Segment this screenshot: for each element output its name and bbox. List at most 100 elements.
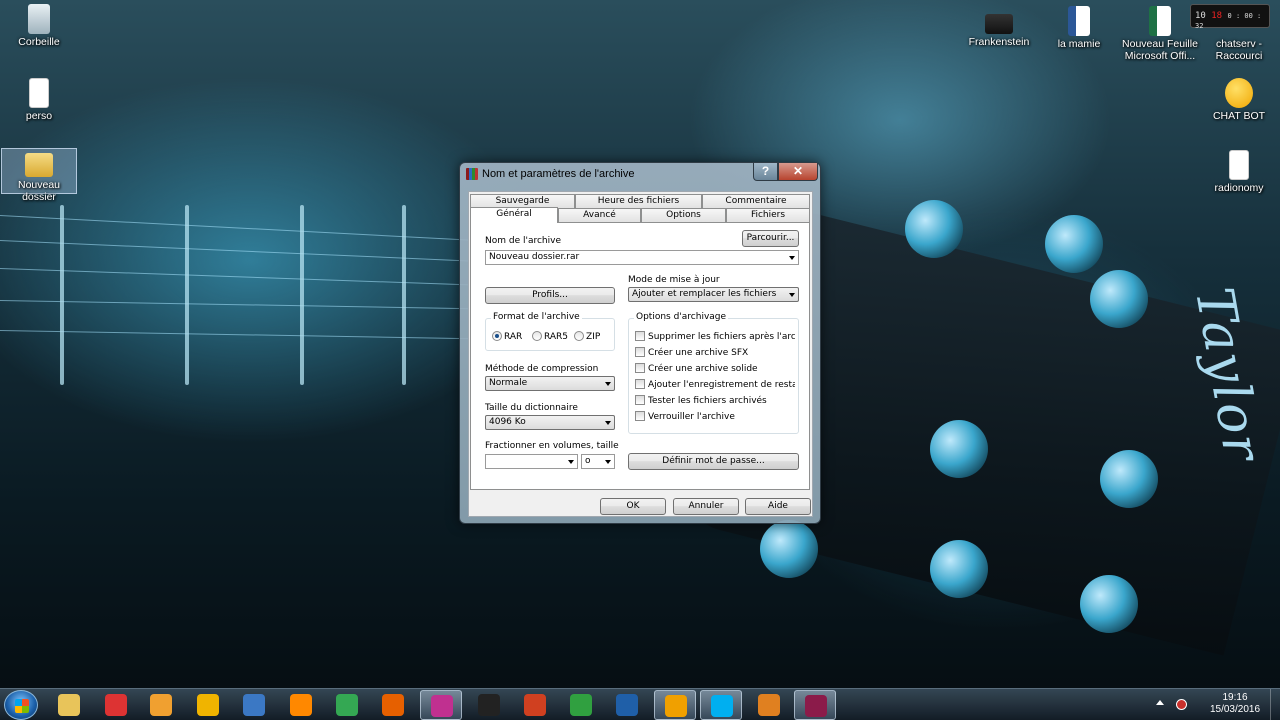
tuning-peg [1080, 575, 1138, 633]
desktop-icon-perso[interactable]: perso [1, 78, 77, 122]
checkbox-delete-after[interactable]: Supprimer les fichiers après l'archivag [635, 331, 795, 342]
tab-sauvegarde[interactable]: Sauvegarde [470, 194, 575, 208]
tuning-peg [1100, 450, 1158, 508]
taskbar-item-photoshop[interactable] [606, 690, 648, 720]
compression-value: Normale [489, 378, 528, 388]
checkbox-lock[interactable]: Verrouiller l'archive [635, 411, 795, 422]
guitar-fret [60, 205, 64, 385]
checkbox-icon [635, 331, 645, 341]
profiles-button[interactable]: Profils... [485, 287, 615, 304]
video-player-icon [150, 694, 172, 716]
taskbar-item-smiley[interactable] [187, 690, 229, 720]
checkbox-test[interactable]: Tester les fichiers archivés [635, 395, 795, 406]
radio-zip[interactable]: ZIP [574, 331, 600, 342]
start-button[interactable] [4, 690, 38, 720]
taskbar-item-explorer-folder[interactable] [48, 690, 90, 720]
chevron-down-icon [789, 256, 795, 260]
show-hidden-icons-icon[interactable] [1156, 700, 1164, 705]
taskbar-item-ring-app[interactable] [748, 690, 790, 720]
checkbox-label: Verrouiller l'archive [648, 412, 735, 422]
taskbar-item-video-player[interactable] [140, 690, 182, 720]
radio-label: RAR [504, 332, 523, 342]
clock-gadget-red: 18 [1211, 11, 1223, 21]
document-icon [29, 78, 49, 108]
cancel-button[interactable]: Annuler [673, 498, 739, 515]
radio-icon [574, 331, 584, 341]
clock-gadget[interactable]: 10 18 0 : 00 : 32 [1190, 4, 1270, 30]
taskbar-item-studio[interactable] [560, 690, 602, 720]
desktop-icon-label: la mamie [1057, 38, 1101, 50]
tuning-peg [930, 420, 988, 478]
chrome-icon [336, 694, 358, 716]
update-mode-label: Mode de mise à jour [628, 275, 720, 285]
taskbar-item-skype[interactable] [700, 690, 742, 720]
tuning-peg [760, 520, 818, 578]
radio-label: ZIP [586, 332, 601, 342]
taskbar-item-media-record[interactable] [95, 690, 137, 720]
browse-button[interactable]: Parcourir... [742, 230, 799, 247]
taskbar-clock[interactable]: 19:16 15/03/2016 [1205, 692, 1265, 716]
desktop-icon-radionomy[interactable]: radionomy [1201, 150, 1277, 194]
taskbar-item-firefox[interactable] [372, 690, 414, 720]
taskbar-item-app[interactable] [420, 690, 462, 720]
checkbox-recovery[interactable]: Ajouter l'enregistrement de restaurati [635, 379, 795, 390]
document-icon [1229, 150, 1249, 180]
record-icon[interactable] [1176, 699, 1187, 710]
desktop-icon-frankenstein[interactable]: Frankenstein [961, 6, 1037, 48]
radio-rar[interactable]: RAR [492, 331, 522, 342]
vlc-icon [290, 694, 312, 716]
tab-fichiers[interactable]: Fichiers [726, 208, 810, 222]
split-unit-select[interactable]: o [581, 454, 615, 469]
update-mode-value: Ajouter et remplacer les fichiers [632, 289, 777, 299]
desktop-icon-la-mamie[interactable]: la mamie [1041, 6, 1117, 50]
tab-avance[interactable]: Avancé [558, 208, 641, 222]
tab-general[interactable]: Général [470, 207, 558, 223]
taskbar-item-circle-app[interactable] [654, 690, 696, 720]
desktop-icon-label: Frankenstein [968, 36, 1030, 48]
help-button[interactable]: Aide [745, 498, 811, 515]
studio-icon [570, 694, 592, 716]
checkbox-solid[interactable]: Créer une archive solide [635, 363, 795, 374]
excel-document-icon [1149, 6, 1171, 36]
winrar-icon [466, 168, 478, 180]
compression-select[interactable]: Normale [485, 376, 615, 391]
show-desktop-button[interactable] [1270, 689, 1280, 720]
tab-heure-des-fichiers[interactable]: Heure des fichiers [575, 194, 702, 208]
taskbar-item-ccleaner[interactable] [514, 690, 556, 720]
archiving-options-label: Options d'archivage [634, 312, 729, 322]
taskbar-item-vlc[interactable] [280, 690, 322, 720]
archive-name-field[interactable]: Nouveau dossier.rar [485, 250, 799, 265]
tab-options[interactable]: Options [641, 208, 726, 222]
radio-rar5[interactable]: RAR5 [532, 331, 568, 342]
desktop-icon-label: Nouveau Feuille Microsoft Offi... [1122, 38, 1198, 62]
dialog-title: Nom et paramètres de l'archive [482, 168, 635, 180]
set-password-button[interactable]: Définir mot de passe... [628, 453, 799, 470]
split-size-field[interactable] [485, 454, 578, 469]
tuning-peg [1090, 270, 1148, 328]
windows-logo-icon [15, 699, 29, 713]
recycle-bin-icon [28, 4, 50, 34]
help-title-button[interactable]: ? [753, 163, 778, 181]
close-button[interactable]: ✕ [778, 163, 818, 181]
tuning-peg [1045, 215, 1103, 273]
desktop-icon-chat-bot[interactable]: CHAT BOT [1201, 78, 1277, 122]
dictionary-label: Taille du dictionnaire [485, 403, 578, 413]
radio-label: RAR5 [544, 332, 569, 342]
photoshop-icon [616, 694, 638, 716]
smiley-icon [197, 694, 219, 716]
taskbar-item-guitar-app[interactable] [468, 690, 510, 720]
desktop-icon-nouveau-dossier[interactable]: Nouveau dossier [1, 148, 77, 203]
desktop-icon-corbeille[interactable]: Corbeille [1, 4, 77, 48]
tab-commentaire[interactable]: Commentaire [702, 194, 810, 208]
dictionary-select[interactable]: 4096 Ko [485, 415, 615, 430]
taskbar-item-thunderbird[interactable] [233, 690, 275, 720]
checkbox-sfx[interactable]: Créer une archive SFX [635, 347, 795, 358]
archive-name-label: Nom de l'archive [485, 236, 561, 246]
dialog-titlebar[interactable]: Nom et paramètres de l'archive ? ✕ [460, 163, 820, 185]
taskbar-item-winrar[interactable] [794, 690, 836, 720]
taskbar-item-chrome[interactable] [326, 690, 368, 720]
ok-button[interactable]: OK [600, 498, 666, 515]
checkbox-icon [635, 347, 645, 357]
tuning-peg [905, 200, 963, 258]
update-mode-select[interactable]: Ajouter et remplacer les fichiers [628, 287, 799, 302]
